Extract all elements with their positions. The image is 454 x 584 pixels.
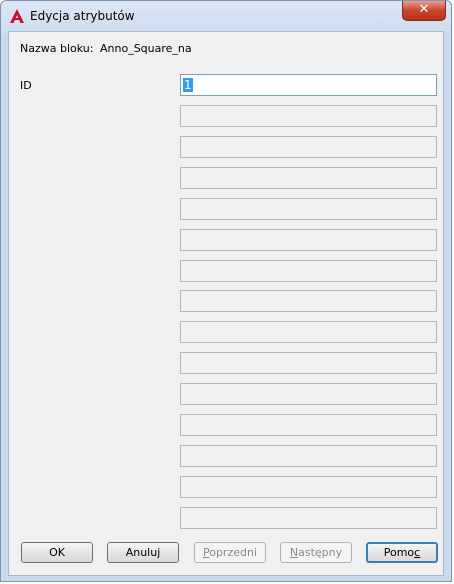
attribute-value-id: 1: [183, 78, 193, 92]
block-name-value: Anno_Square_na: [100, 42, 192, 55]
attribute-field-9: [180, 321, 437, 343]
attribute-field-13: [180, 445, 437, 467]
next-label-rest: astępny: [298, 546, 343, 559]
attribute-field-4: [180, 167, 437, 189]
attribute-field-6: [180, 229, 437, 251]
dialog-window: Edycja atrybutów ✕ Nazwa bloku: Anno_Squ…: [0, 0, 452, 582]
attribute-field-10: [180, 352, 437, 374]
attribute-label-id: ID: [20, 79, 32, 92]
help-label-start: Pomo: [383, 546, 415, 559]
help-button[interactable]: Pomoc: [366, 542, 438, 563]
cancel-button[interactable]: Anuluj: [107, 542, 179, 563]
window-title: Edycja atrybutów: [30, 9, 135, 23]
attribute-field-8: [180, 290, 437, 312]
previous-button[interactable]: Poprzedni: [194, 542, 266, 563]
close-button[interactable]: ✕: [402, 1, 446, 21]
attribute-field-id[interactable]: 1: [180, 74, 437, 96]
attribute-field-7: [180, 260, 437, 282]
next-button[interactable]: Następny: [280, 542, 352, 563]
attribute-field-12: [180, 414, 437, 436]
dialog-body: Nazwa bloku: Anno_Square_na ID 1 OK Anul…: [8, 31, 444, 576]
block-name-label: Nazwa bloku:: [20, 42, 94, 55]
ok-button[interactable]: OK: [21, 542, 93, 563]
title-bar[interactable]: Edycja atrybutów ✕: [1, 1, 451, 31]
attribute-field-11: [180, 383, 437, 405]
help-accelerator: c: [414, 546, 421, 559]
autocad-a-icon: [10, 9, 24, 23]
attribute-field-2: [180, 105, 437, 127]
attribute-field-15: [180, 507, 437, 529]
previous-label-rest: oprzedni: [209, 546, 258, 559]
attribute-field-3: [180, 136, 437, 158]
attribute-field-5: [180, 198, 437, 220]
next-accelerator: N: [289, 546, 299, 559]
attribute-field-14: [180, 476, 437, 498]
